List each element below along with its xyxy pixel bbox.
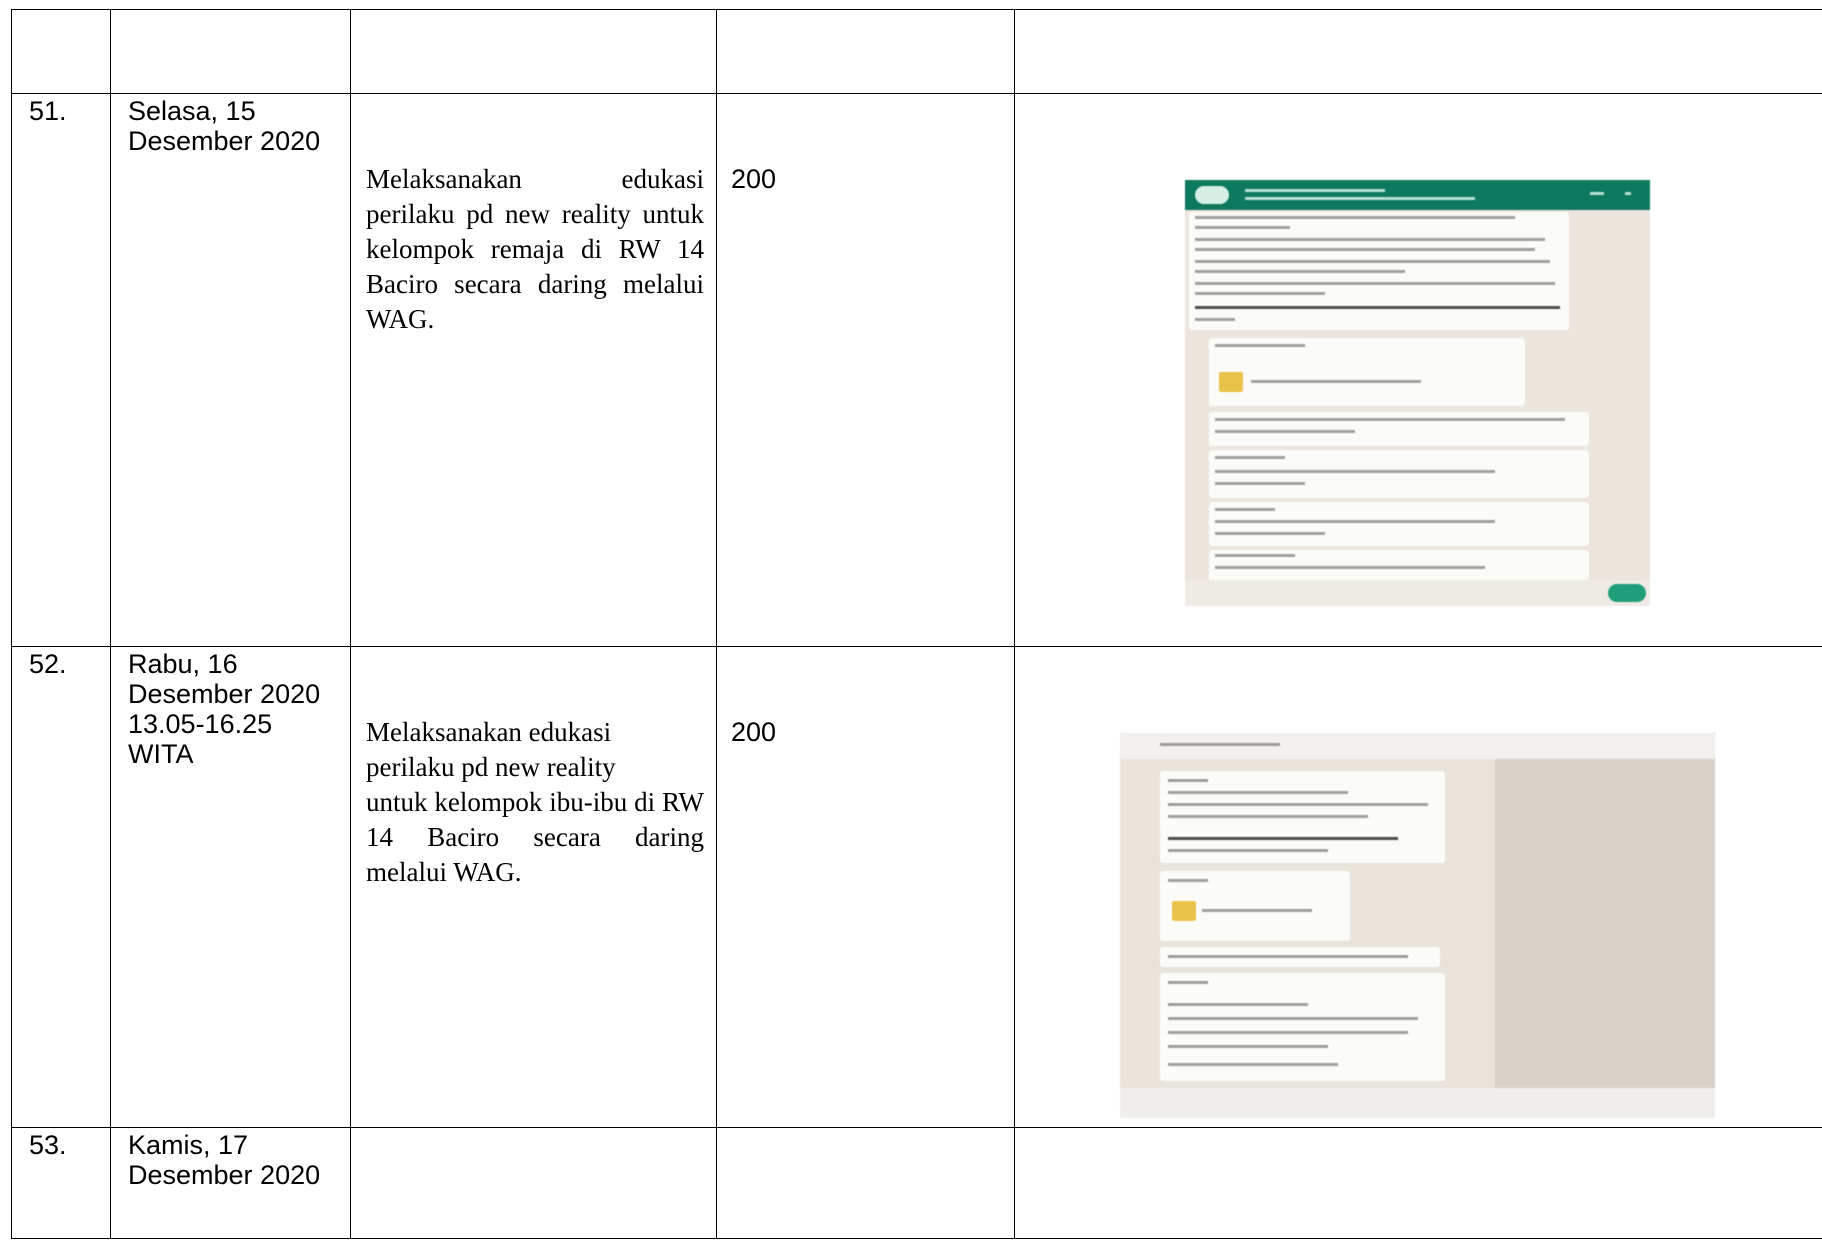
date-line: Desember 2020 (128, 126, 321, 156)
chat-message (1160, 771, 1445, 863)
activity-log-table: 51. Selasa, 15 Desember 2020 Melaksanaka… (11, 9, 1822, 1239)
activity-cell: Melaksanakan edukasi perilaku pd new rea… (350, 93, 717, 647)
table-row (11, 9, 1822, 94)
row-date: Rabu, 16 Desember 2020 13.05-16.25 WITA (111, 647, 350, 769)
date-line: Desember 2020 (128, 679, 321, 709)
number-cell: 52. (11, 646, 111, 1128)
activity-line: Melaksanakan edukasi (366, 717, 612, 747)
document-icon (1219, 372, 1243, 392)
chat-message (1160, 973, 1445, 1081)
chat-message (1209, 338, 1525, 406)
chat-message (1160, 947, 1440, 967)
value-cell: 200 (716, 93, 1015, 647)
table-row: 51. Selasa, 15 Desember 2020 Melaksanaka… (11, 93, 1822, 647)
date-line: Desember 2020 (128, 1160, 321, 1190)
whatsapp-chat-screenshot (1120, 733, 1715, 1118)
chat-message (1209, 550, 1589, 580)
evidence-cell (1014, 9, 1822, 94)
activity-description: Melaksanakan edukasi perilaku pd new rea… (351, 647, 716, 890)
send-icon (1608, 584, 1646, 602)
date-line: Selasa, 15 (128, 96, 256, 126)
chat-input-bar (1120, 1088, 1715, 1118)
activity-cell: Melaksanakan edukasi perilaku pd new rea… (350, 646, 717, 1128)
evidence-cell (1014, 93, 1822, 647)
evidence-cell (1014, 1127, 1822, 1239)
chat-message (1189, 212, 1569, 330)
value-cell: 200 (716, 646, 1015, 1128)
chat-message (1209, 412, 1589, 446)
row-number: 51. (29, 96, 67, 126)
row-value: 200 (731, 164, 777, 194)
chat-message (1160, 871, 1350, 941)
chat-message (1120, 733, 1715, 759)
activity-cell (350, 9, 717, 94)
row-number: 53. (29, 1130, 67, 1160)
chat-message (1209, 450, 1589, 498)
date-line: WITA (128, 739, 194, 769)
chat-message (1209, 502, 1589, 546)
chat-input-bar (1185, 580, 1650, 606)
number-cell (11, 9, 111, 94)
date-line: Kamis, 17 (128, 1130, 249, 1160)
date-cell: Selasa, 15 Desember 2020 (110, 93, 351, 647)
document-icon (1172, 901, 1196, 921)
activity-line: perilaku pd new reality (366, 752, 616, 782)
date-cell: Rabu, 16 Desember 2020 13.05-16.25 WITA (110, 646, 351, 1128)
date-line: 13.05-16.25 (128, 709, 273, 739)
activity-cell (350, 1127, 717, 1239)
table-row: 52. Rabu, 16 Desember 2020 13.05-16.25 W… (11, 646, 1822, 1128)
whatsapp-chat-screenshot (1185, 180, 1650, 606)
evidence-cell (1014, 646, 1822, 1128)
activity-line: untuk kelompok ibu-ibu di RW 14 Baciro s… (366, 787, 704, 887)
chat-side-pane (1495, 733, 1715, 1118)
number-cell: 53. (11, 1127, 111, 1239)
row-value: 200 (731, 717, 777, 747)
row-date: Kamis, 17 Desember 2020 (111, 1128, 350, 1190)
date-cell: Kamis, 17 Desember 2020 (110, 1127, 351, 1239)
activity-text: Melaksanakan edukasi perilaku pd new rea… (366, 164, 704, 334)
number-cell: 51. (11, 93, 111, 647)
document-page: 51. Selasa, 15 Desember 2020 Melaksanaka… (0, 0, 1822, 1245)
row-number: 52. (29, 649, 67, 679)
activity-description: Melaksanakan edukasi perilaku pd new rea… (351, 94, 716, 337)
chat-header (1185, 180, 1650, 210)
date-line: Rabu, 16 (128, 649, 238, 679)
row-date: Selasa, 15 Desember 2020 (111, 94, 350, 156)
value-cell (716, 1127, 1015, 1239)
table-row: 53. Kamis, 17 Desember 2020 (11, 1127, 1822, 1239)
group-avatar-icon (1195, 186, 1229, 204)
date-cell (110, 9, 351, 94)
value-cell (716, 9, 1015, 94)
